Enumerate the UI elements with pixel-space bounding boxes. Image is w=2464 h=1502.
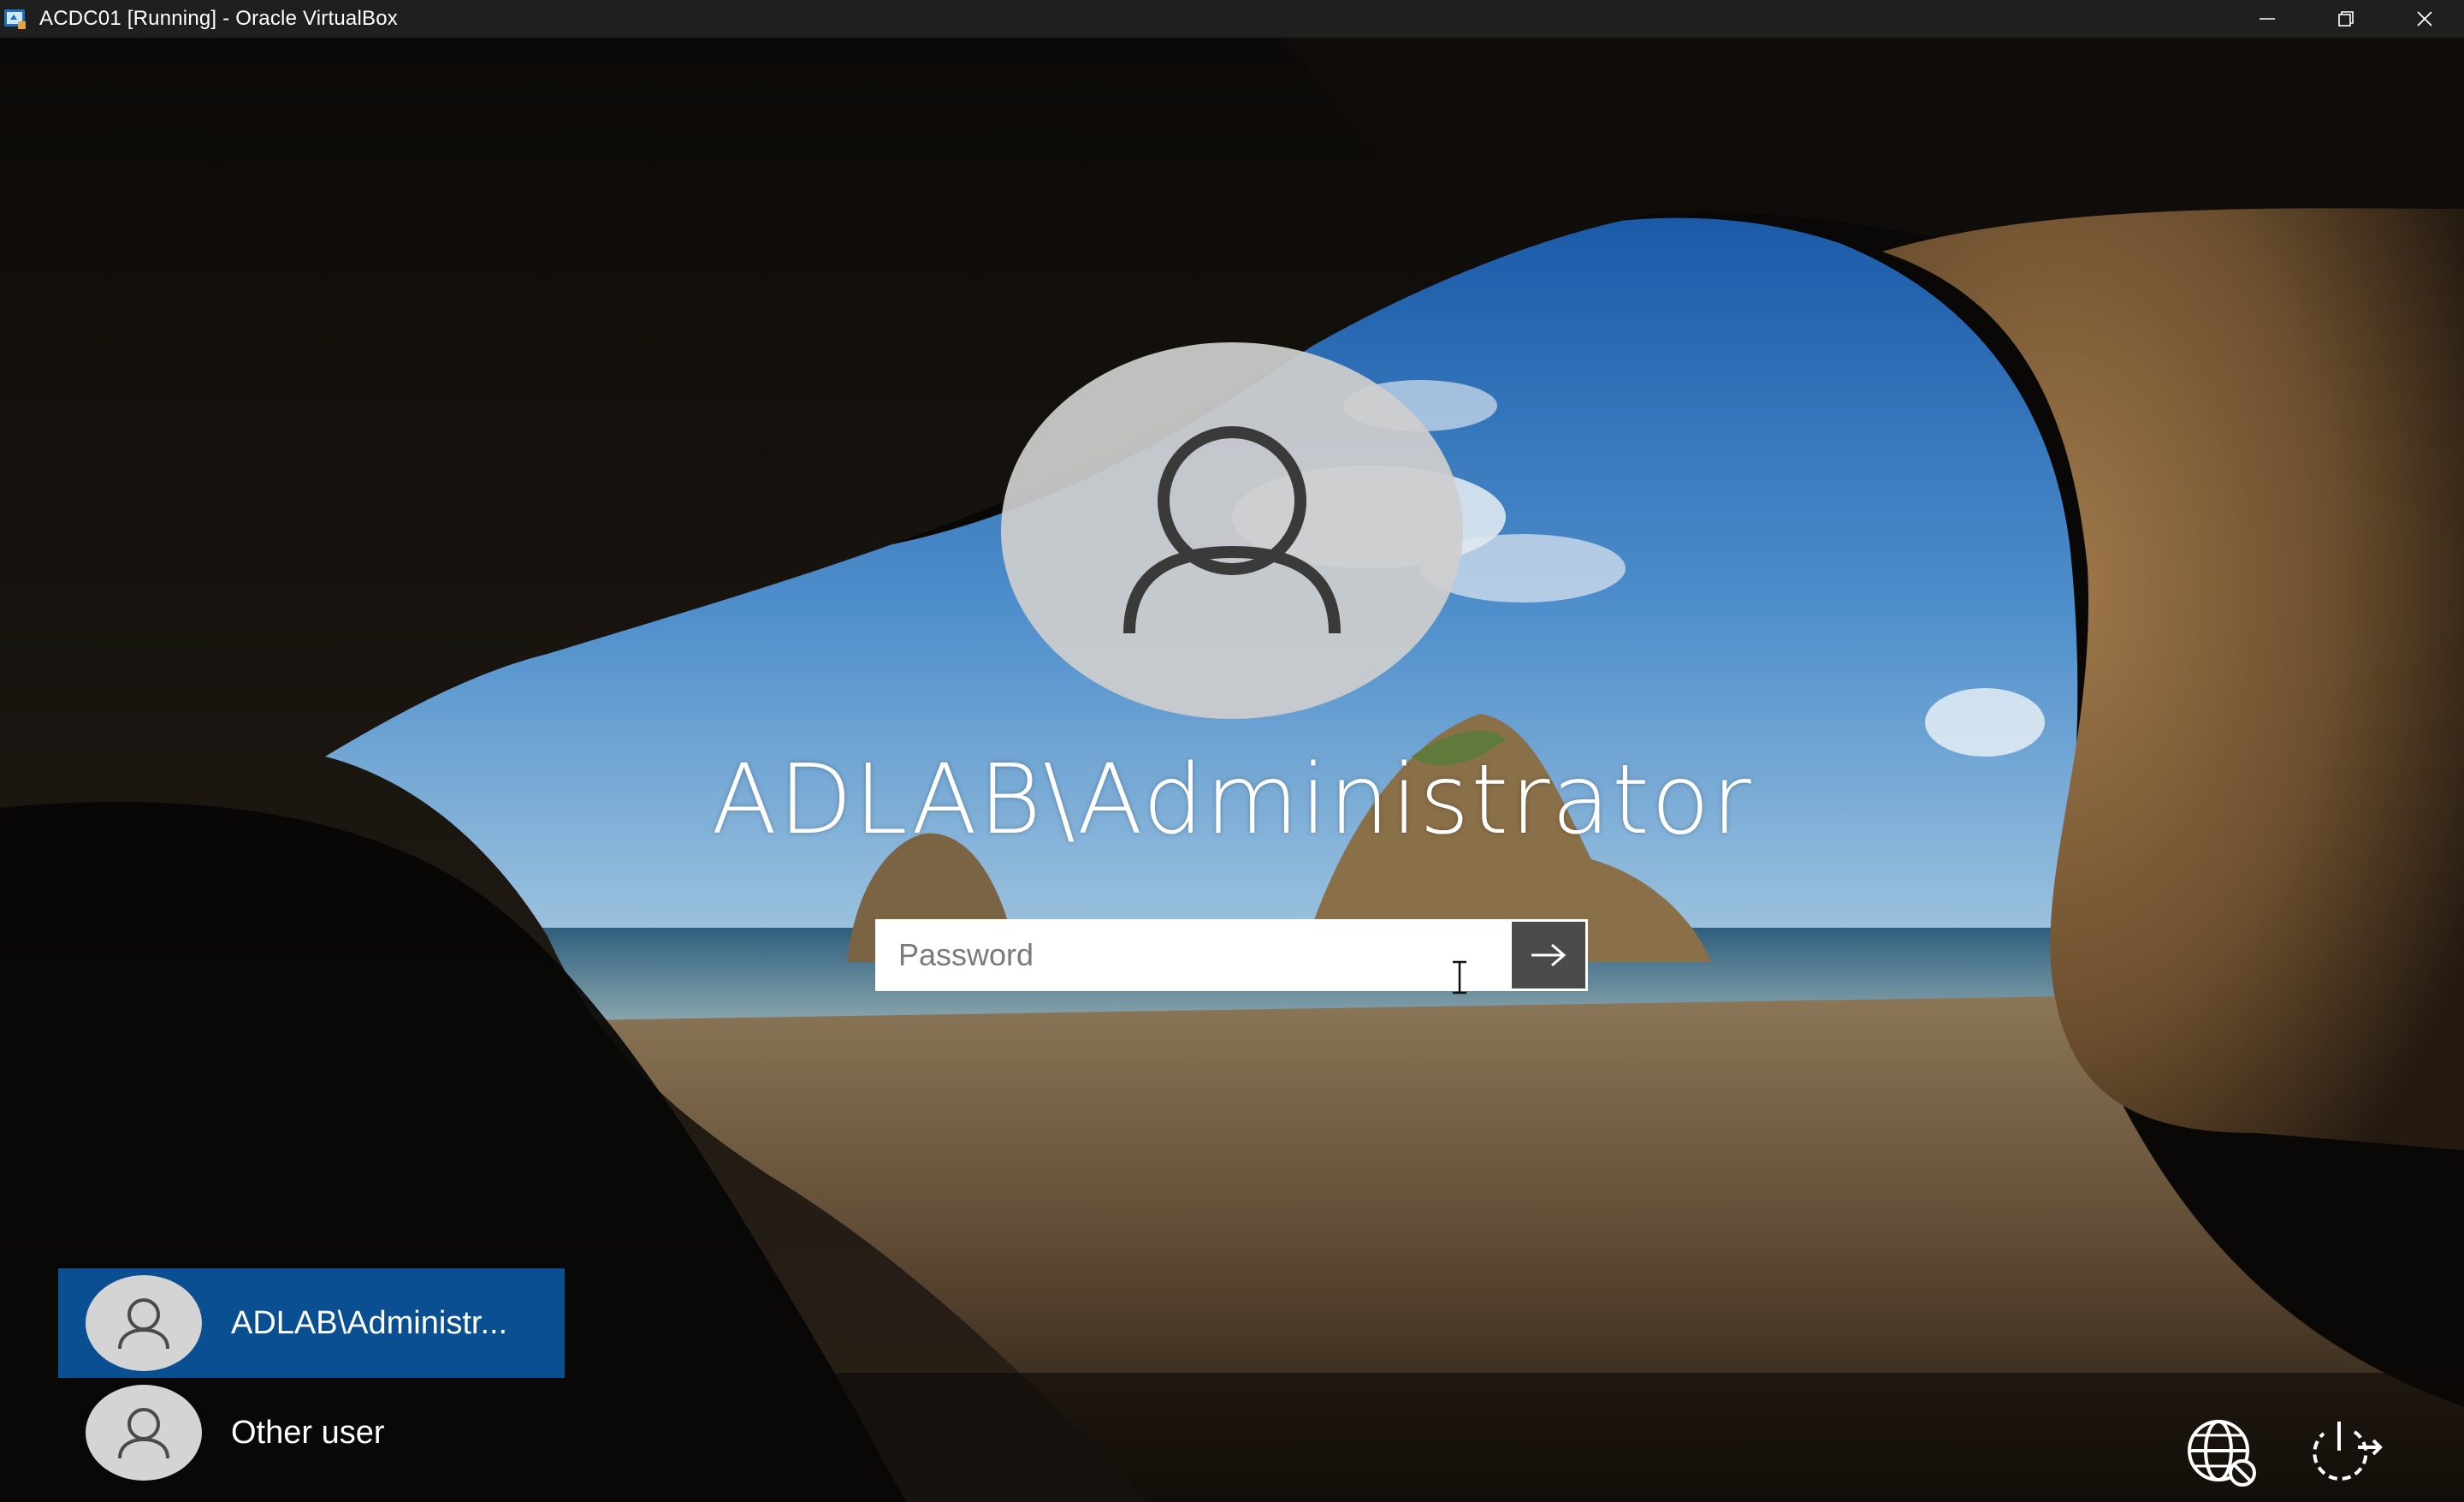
user-tile-administrator[interactable]: ADLAB\Administr... [58,1268,565,1378]
title-bar[interactable]: ACDC01 [Running] - Oracle VirtualBox [0,0,2464,38]
user-list: ADLAB\Administr... Other user [58,1268,565,1487]
restore-button[interactable] [2307,0,2385,38]
power-button[interactable] [2305,1414,2387,1491]
password-box [875,919,1588,991]
virtualbox-icon [2,5,29,33]
network-button[interactable] [2182,1414,2264,1491]
user-tile-other-user[interactable]: Other user [58,1378,565,1487]
arrow-right-icon [1531,943,1567,967]
power-icon [2313,1422,2383,1481]
user-tile-label: ADLAB\Administr... [231,1304,508,1341]
network-icon [2188,1420,2256,1487]
virtualbox-window: ACDC01 [Running] - Oracle VirtualBox ADL… [0,0,2464,1502]
user-icon [118,1408,169,1459]
system-icons [2182,1414,2387,1491]
window-controls [2228,0,2464,38]
user-icon [118,1298,169,1350]
text-cursor-icon [1449,960,1470,994]
user-avatar-small [86,1385,202,1481]
user-avatar [1001,342,1463,719]
user-tile-label: Other user [231,1414,385,1451]
user-icon [1123,426,1341,634]
password-input[interactable] [878,922,1512,988]
user-name: ADLAB\Administrator [711,745,1753,856]
user-avatar-small [86,1275,202,1371]
minimize-icon [2260,18,2275,20]
close-button[interactable] [2385,0,2464,38]
restore-icon [2338,11,2354,27]
window-title: ACDC01 [Running] - Oracle VirtualBox [39,7,398,30]
close-icon [2417,11,2432,27]
submit-button[interactable] [1512,922,1585,988]
minimize-button[interactable] [2228,0,2307,38]
